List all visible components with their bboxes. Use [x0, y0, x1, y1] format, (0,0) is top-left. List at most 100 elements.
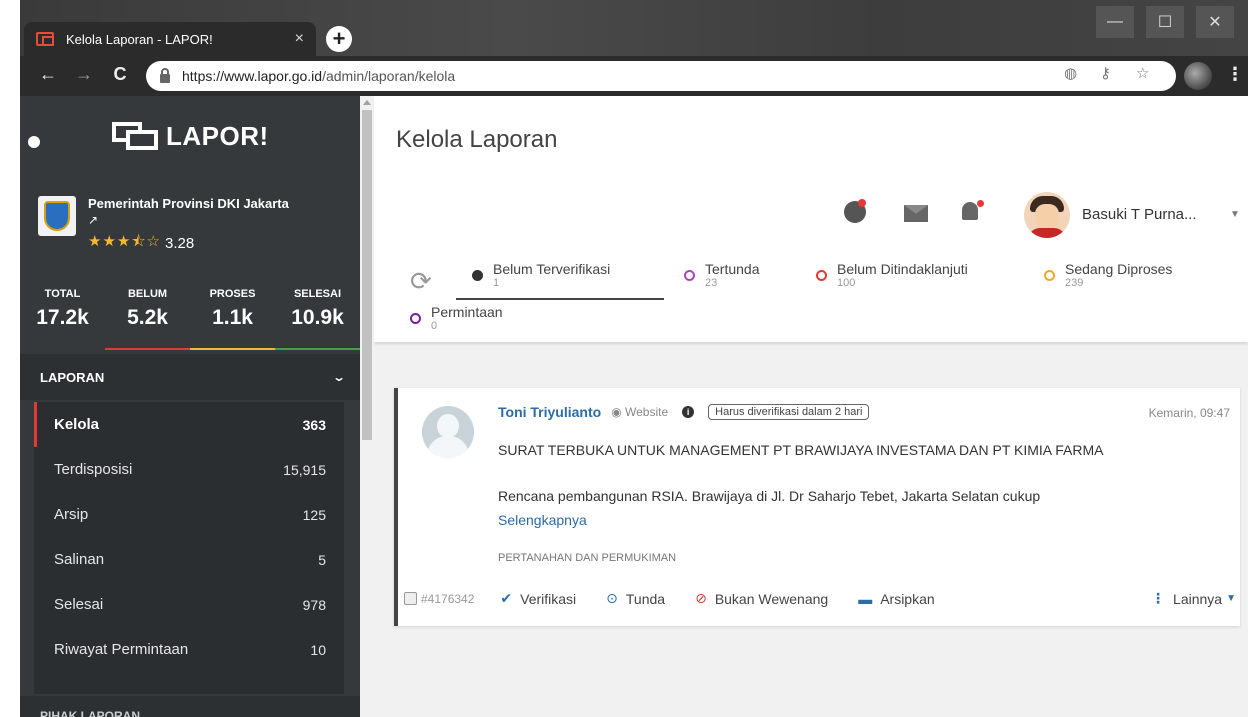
back-icon[interactable]: ←: [36, 64, 60, 85]
report-timestamp: Kemarin, 09:47: [1148, 406, 1230, 420]
sidebar-item-count: 15,915: [283, 461, 326, 478]
stat-bar-segment: [20, 348, 105, 350]
tab-label: Sedang Diproses: [1065, 261, 1173, 277]
window-minimize-button[interactable]: —: [1096, 6, 1134, 38]
sidebar-item-count: 10: [310, 641, 326, 658]
stat-label: BELUM: [127, 288, 168, 300]
avatar[interactable]: [1024, 192, 1070, 238]
sidebar-scrollbar[interactable]: [360, 96, 374, 717]
info-icon[interactable]: i: [682, 406, 695, 418]
verification-deadline-badge: Harus diverifikasi dalam 2 hari: [708, 404, 870, 420]
sidebar-item-label: Riwayat Permintaan: [54, 641, 189, 658]
action-label: Verifikasi: [520, 590, 577, 607]
agency-rating: ★★★⯪☆ 3.28: [88, 231, 289, 256]
mail-icon[interactable]: [904, 205, 928, 222]
stat-value: 10.9k: [291, 306, 344, 329]
stat-value: 5.2k: [127, 306, 168, 329]
tab-permintaan[interactable]: Permintaan 0: [410, 304, 503, 332]
archive-icon: ▬: [858, 590, 873, 607]
rating-stars-icon: ★★★⯪☆: [88, 233, 161, 250]
verify-button[interactable]: ✔ Verifikasi: [500, 590, 576, 607]
tab-belum-terverifikasi[interactable]: Belum Terverifikasi 1: [472, 261, 610, 289]
refresh-icon[interactable]: ⟳: [410, 266, 432, 297]
status-dot-icon: [410, 313, 421, 324]
url-path: /admin/laporan/kelola: [322, 68, 456, 84]
status-dot-icon: [684, 270, 695, 281]
ticket-number: #4176342: [421, 591, 475, 606]
sidebar: LAPOR! Pemerintah Provinsi DKI Jakarta ↗…: [20, 96, 360, 717]
archive-button[interactable]: ▬ Arsipkan: [858, 591, 934, 607]
tab-title: Kelola Laporan - LAPOR!: [66, 31, 213, 47]
tab-count: 0: [431, 320, 438, 332]
section-laporan-header[interactable]: LAPORAN ⌄: [20, 354, 360, 400]
report-card[interactable]: Toni Triyulianto ◉ Website i Harus diver…: [394, 388, 1240, 626]
lapor-favicon-icon: [36, 32, 54, 46]
stat-proses: PROSES 1.1k: [190, 288, 275, 330]
dki-jakarta-seal-icon: [38, 196, 76, 236]
sidebar-toggle-icon[interactable]: [28, 136, 40, 148]
tab-close-icon[interactable]: ×: [295, 30, 304, 48]
stat-label: PROSES: [209, 288, 256, 300]
report-meta: Toni Triyulianto ◉ Website i Harus diver…: [498, 404, 870, 420]
chevron-down-icon: ⌄: [331, 709, 347, 717]
tab-label: Belum Terverifikasi: [493, 261, 611, 277]
sidebar-item-salinan[interactable]: Salinan 5: [34, 537, 344, 582]
browser-tab[interactable]: Kelola Laporan - LAPOR! ×: [24, 22, 316, 56]
key-icon[interactable]: ⚷: [1100, 64, 1111, 82]
sidebar-item-selesai[interactable]: Selesai 978: [34, 582, 344, 627]
reporter-name[interactable]: Toni Triyulianto: [498, 404, 601, 420]
forward-icon[interactable]: →: [72, 64, 96, 85]
agency-name[interactable]: Pemerintah Provinsi DKI Jakarta: [88, 196, 289, 211]
stat-label: TOTAL: [44, 288, 81, 300]
tab-label: Permintaan: [431, 304, 503, 320]
notification-dot: [977, 200, 984, 207]
sidebar-item-riwayat-permintaan[interactable]: Riwayat Permintaan 10: [34, 627, 344, 672]
check-icon: ✔: [500, 590, 513, 606]
logo-text: LAPOR!: [166, 120, 269, 151]
more-actions-dropdown[interactable]: ⋮ Lainnya ▼: [1151, 590, 1236, 607]
section-pihak-laporan-header[interactable]: PIHAK LAPORAN ⌄: [20, 696, 360, 717]
report-source: ◉ Website: [611, 405, 668, 419]
menu-icon[interactable]: ⋮: [1226, 64, 1244, 85]
reload-icon[interactable]: C: [108, 64, 132, 85]
report-select-checkbox[interactable]: [404, 592, 417, 605]
tab-belum-ditindaklanjuti[interactable]: Belum Ditindaklanjuti 100: [816, 261, 968, 289]
user-name[interactable]: Basuki T Purna...: [1082, 206, 1197, 223]
status-dot-icon: [1044, 270, 1055, 281]
sidebar-item-terdisposisi[interactable]: Terdisposisi 15,915: [34, 447, 344, 492]
stat-value: 17.2k: [36, 306, 89, 329]
read-more-link[interactable]: Selengkapnya: [498, 512, 587, 528]
action-label: Lainnya: [1173, 590, 1223, 607]
ban-icon: ⊘: [695, 590, 707, 606]
tab-count: 1: [493, 277, 500, 289]
window-maximize-button[interactable]: ☐: [1146, 6, 1184, 38]
sidebar-item-kelola[interactable]: Kelola 363: [34, 402, 344, 447]
tab-tertunda[interactable]: Tertunda 23: [684, 261, 759, 289]
caret-down-icon[interactable]: ▼: [1230, 209, 1240, 220]
stat-bar-segment: [190, 348, 275, 350]
page-title: Kelola Laporan: [396, 126, 558, 153]
not-authority-button[interactable]: ⊘ Bukan Wewenang: [695, 590, 828, 607]
lapor-logo[interactable]: LAPOR!: [112, 120, 269, 152]
scroll-thumb[interactable]: [362, 110, 372, 440]
tab-sedang-diproses[interactable]: Sedang Diproses 239: [1044, 261, 1172, 289]
hold-button[interactable]: ⊙ Tunda: [606, 590, 665, 607]
sidebar-item-arsip[interactable]: Arsip 125: [34, 492, 344, 537]
action-label: Arsipkan: [880, 590, 935, 607]
section-title: PIHAK LAPORAN: [40, 709, 141, 717]
sidebar-item-label: Arsip: [54, 506, 89, 523]
tab-count: 239: [1065, 277, 1084, 289]
stat-label: SELESAI: [293, 288, 342, 300]
main-content: Kelola Laporan Basuki T Purna... ▼ ⟳ Bel…: [374, 96, 1248, 717]
profile-icon[interactable]: [1184, 62, 1212, 90]
external-link-icon[interactable]: ↗: [88, 213, 289, 227]
translate-icon[interactable]: ◍: [1064, 64, 1077, 82]
star-icon[interactable]: ☆: [1136, 64, 1149, 82]
address-bar[interactable]: https://www.lapor.go.id/admin/laporan/ke…: [146, 61, 1176, 91]
scroll-up-icon[interactable]: [363, 100, 371, 105]
window-close-button[interactable]: ✕: [1196, 6, 1234, 38]
caret-down-icon: ▼: [1226, 593, 1236, 604]
bell-icon[interactable]: [962, 202, 978, 220]
new-tab-button[interactable]: +: [326, 26, 352, 52]
report-title[interactable]: SURAT TERBUKA UNTUK MANAGEMENT PT BRAWIJ…: [498, 442, 1104, 458]
